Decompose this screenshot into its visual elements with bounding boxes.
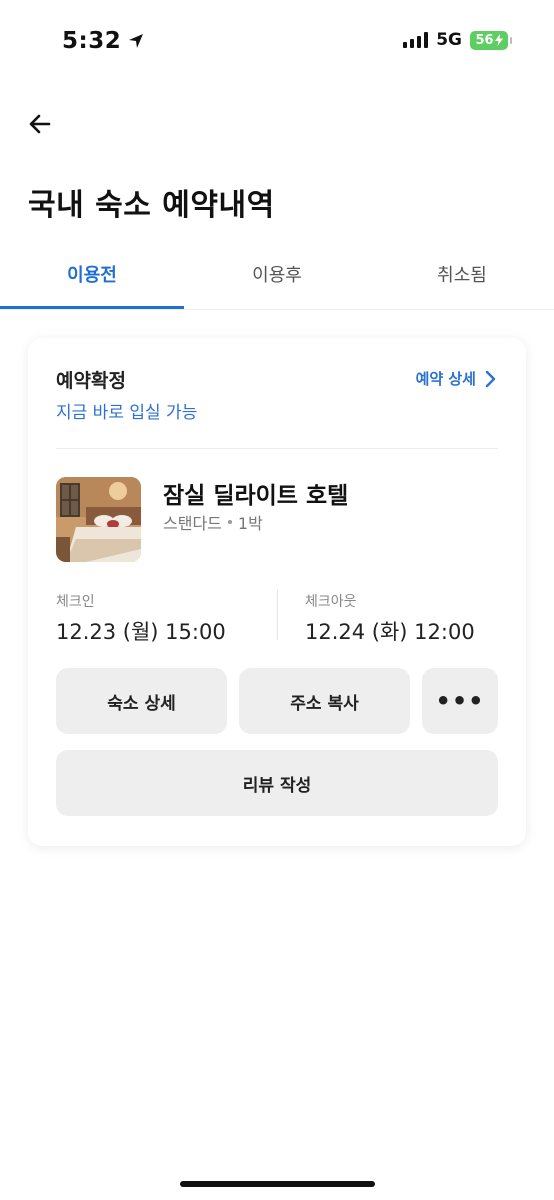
reservation-detail-label: 예약 상세 <box>415 370 476 388</box>
room-type: 스탠다드 <box>163 514 222 533</box>
hotel-detail-button[interactable]: 숙소 상세 <box>56 668 227 734</box>
separator-dot <box>227 520 232 524</box>
checkout-datetime: 12.24 (화) 12:00 <box>305 620 475 644</box>
write-review-button[interactable]: 리뷰 작성 <box>56 750 498 816</box>
tab-cancelled[interactable]: 취소됨 <box>370 240 554 308</box>
clock-text: 5:32 <box>62 28 122 54</box>
hotel-room-image <box>56 477 141 562</box>
home-indicator[interactable] <box>180 1181 375 1187</box>
location-arrow-icon <box>129 34 144 48</box>
more-options-button[interactable]: ••• <box>422 668 498 734</box>
card-divider <box>56 448 498 449</box>
page-title: 국내 숙소 예약내역 <box>28 188 275 223</box>
room-info: 스탠다드 1박 <box>163 510 263 534</box>
checkin-availability: 지금 바로 입실 가능 <box>56 403 198 423</box>
status-bar: 5:32 5G 56 <box>0 0 554 86</box>
checkin-label: 체크인 <box>56 594 95 610</box>
checkout-label: 체크아웃 <box>305 594 357 610</box>
checkin-checkout-divider <box>277 590 278 640</box>
signal-icon <box>403 32 429 48</box>
hotel-thumbnail[interactable] <box>56 477 141 562</box>
copy-address-button[interactable]: 주소 복사 <box>239 668 410 734</box>
reservation-card: 예약확정 지금 바로 입실 가능 예약 상세 잠실 딜라이트 호텔 스탠다드 1… <box>28 338 526 846</box>
tabs-divider <box>0 309 554 310</box>
battery-level: 56 <box>475 32 494 48</box>
charging-icon <box>494 34 503 46</box>
reservation-detail-link[interactable]: 예약 상세 <box>416 368 496 389</box>
back-button[interactable] <box>22 106 58 142</box>
status-indicators: 5G 56 <box>403 30 512 50</box>
checkin-datetime: 12.23 (월) 15:00 <box>56 620 226 644</box>
hotel-name: 잠실 딜라이트 호텔 <box>163 483 349 509</box>
chevron-right-icon <box>485 370 496 387</box>
status-time: 5:32 <box>62 28 145 54</box>
battery-icon: 56 <box>470 30 512 50</box>
tab-bar: 이용전 이용후 취소됨 <box>0 240 554 312</box>
stay-nights: 1박 <box>237 514 263 533</box>
network-type: 5G <box>436 30 462 50</box>
reservation-status: 예약확정 <box>56 370 126 392</box>
tab-before-use[interactable]: 이용전 <box>0 240 184 308</box>
arrow-left-icon <box>29 114 51 134</box>
tab-after-use[interactable]: 이용후 <box>185 240 369 308</box>
